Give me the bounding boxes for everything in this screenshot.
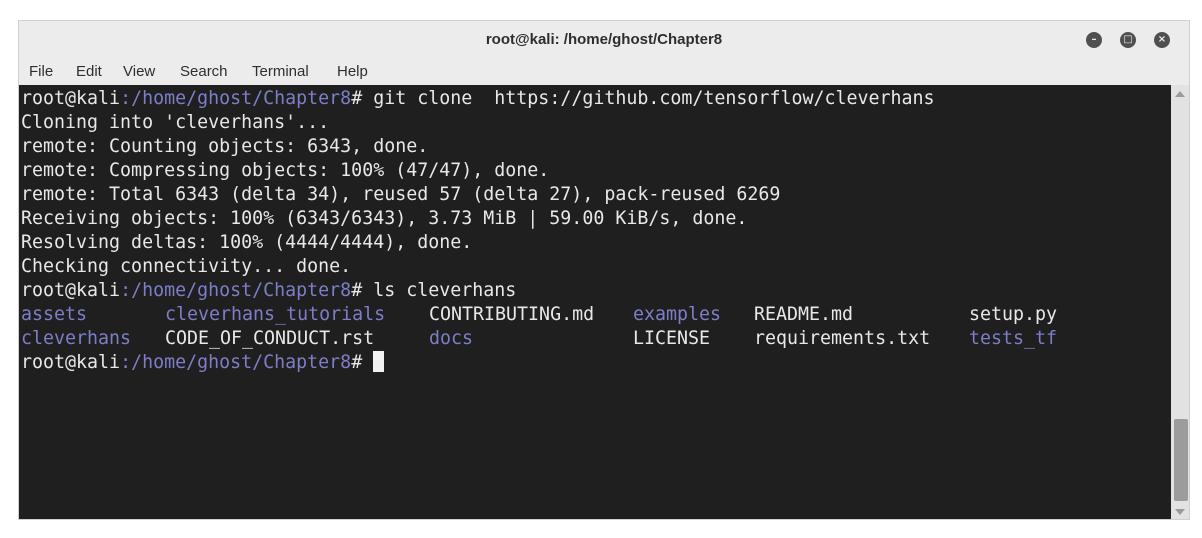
listing-row: assets cleverhans_tutorials CONTRIBUTING… [19, 303, 1171, 327]
listing-row: cleverhans CODE_OF_CONDUCT.rst docs LICE… [19, 327, 1171, 351]
prompt-line: root@kali:/home/ghost/Chapter8# git clon… [21, 87, 935, 111]
output-line: remote: Compressing objects: 100% (47/47… [21, 160, 550, 181]
listing-entry: examples [633, 304, 722, 325]
menu-bar: File Edit View Search Terminal Help [19, 59, 1189, 85]
maximize-icon[interactable]: □ [1120, 32, 1136, 48]
listing-entry: tests_tf [969, 328, 1058, 349]
command-text: git clone https://github.com/tensorflow/… [373, 88, 935, 109]
terminal-output[interactable]: root@kali:/home/ghost/Chapter8# git clon… [19, 85, 1171, 519]
text-cursor [373, 351, 385, 372]
prompt-suffix: # [351, 352, 374, 373]
listing-entry: CONTRIBUTING.md [429, 304, 595, 325]
prompt-user: root@kali [21, 88, 121, 109]
window-title: root@kali: /home/ghost/Chapter8 [485, 31, 723, 48]
terminal-window: root@kali: /home/ghost/Chapter8 – □ × Fi… [18, 20, 1190, 520]
listing-entry: cleverhans [21, 328, 132, 349]
output-line: Checking connectivity... done. [21, 256, 352, 277]
menu-help[interactable]: Help [337, 63, 368, 80]
output-line: remote: Counting objects: 6343, done. [21, 136, 429, 157]
vertical-scrollbar[interactable] [1171, 85, 1189, 519]
scroll-down-icon[interactable] [1175, 509, 1185, 515]
prompt-suffix: # [351, 280, 374, 301]
scroll-up-icon[interactable] [1175, 91, 1185, 97]
listing-entry: CODE_OF_CONDUCT.rst [165, 328, 375, 349]
prompt-line: root@kali:/home/ghost/Chapter8# ls cleve… [21, 279, 516, 303]
prompt-line: root@kali:/home/ghost/Chapter8# [21, 351, 385, 375]
output-line: Cloning into 'cleverhans'... [21, 112, 330, 133]
menu-view[interactable]: View [123, 63, 155, 80]
listing-entry: assets [21, 304, 88, 325]
menu-search[interactable]: Search [180, 63, 228, 80]
prompt-user: root@kali [21, 280, 121, 301]
listing-entry: LICENSE [633, 328, 711, 349]
listing-entry: cleverhans_tutorials [165, 304, 386, 325]
menu-file[interactable]: File [29, 63, 53, 80]
title-bar[interactable]: root@kali: /home/ghost/Chapter8 – □ × [19, 21, 1189, 59]
output-line: remote: Total 6343 (delta 34), reused 57… [21, 184, 781, 205]
scroll-thumb[interactable] [1174, 419, 1188, 501]
prompt-path: :/home/ghost/Chapter8 [120, 88, 352, 109]
listing-entry: setup.py [969, 304, 1058, 325]
prompt-suffix: # [351, 88, 374, 109]
close-icon[interactable]: × [1154, 32, 1170, 48]
listing-entry: docs [429, 328, 474, 349]
prompt-user: root@kali [21, 352, 121, 373]
menu-edit[interactable]: Edit [76, 63, 102, 80]
prompt-path: :/home/ghost/Chapter8 [120, 352, 352, 373]
output-line: Resolving deltas: 100% (4444/4444), done… [21, 232, 473, 253]
menu-terminal[interactable]: Terminal [252, 63, 309, 80]
listing-entry: README.md [754, 304, 854, 325]
command-text: ls cleverhans [373, 280, 517, 301]
output-line: Receiving objects: 100% (6343/6343), 3.7… [21, 208, 748, 229]
minimize-icon[interactable]: – [1086, 32, 1102, 48]
listing-entry: requirements.txt [754, 328, 931, 349]
prompt-path: :/home/ghost/Chapter8 [120, 280, 352, 301]
